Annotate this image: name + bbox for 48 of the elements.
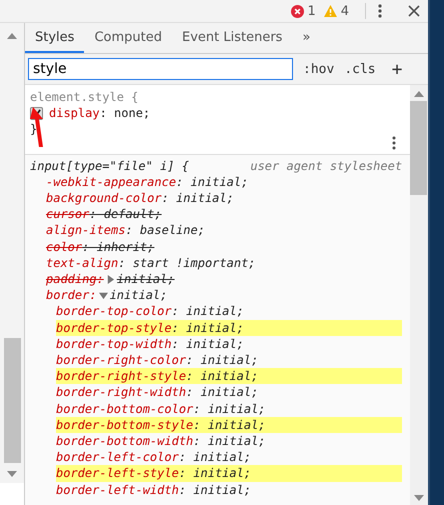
css-declaration: background-color: initial; xyxy=(46,190,235,206)
css-declaration: -webkit-appearance: initial; xyxy=(46,174,250,190)
scrollbar-thumb[interactable] xyxy=(410,101,428,195)
error-count: 1 xyxy=(308,4,316,18)
css-declaration: text-align: start !important; xyxy=(46,254,257,272)
css-declaration: align-items: baseline; xyxy=(46,222,206,239)
css-declaration: border-right-width: initial; xyxy=(56,384,260,401)
more-options-icon[interactable] xyxy=(378,4,382,18)
scroll-up-icon xyxy=(7,33,17,39)
css-declaration: cursor: default; xyxy=(46,206,163,222)
css-declaration: border-right-style: initial; xyxy=(56,368,402,384)
stylesheet-source: user agent stylesheet xyxy=(250,158,402,174)
css-declaration: border-bottom-color: initial; xyxy=(56,400,267,417)
css-declaration: color: inherit; xyxy=(46,238,156,255)
tab[interactable]: Event Listeners xyxy=(172,23,292,53)
css-declaration: border-top-color: initial; xyxy=(56,303,245,320)
css-declaration: border-top-width: initial; xyxy=(56,336,245,352)
css-declaration: border-right-color: initial; xyxy=(56,352,260,368)
filter-input[interactable]: style xyxy=(28,58,293,80)
hover-state-toggle[interactable]: :hov xyxy=(303,62,334,76)
scrollbar-thumb[interactable] xyxy=(4,338,20,463)
selector: input[type="file" i] { xyxy=(30,158,189,174)
new-style-rule-button[interactable]: + xyxy=(392,58,402,80)
css-declaration: border-bottom-width: initial; xyxy=(56,433,267,450)
css-declaration: border-top-style: initial; xyxy=(56,320,402,336)
close-icon[interactable] xyxy=(408,5,420,17)
css-declaration: border-left-width: initial; xyxy=(56,482,252,498)
warning-icon xyxy=(324,5,337,17)
error-icon xyxy=(290,4,304,18)
expand-triangle-icon[interactable] xyxy=(98,290,108,300)
css-declaration: border: initial; xyxy=(46,287,168,304)
closing-brace: } xyxy=(30,121,38,138)
property-value: : none; xyxy=(100,105,150,122)
css-declaration: border-left-style: initial; xyxy=(56,465,402,482)
scroll-up-icon xyxy=(414,91,424,97)
expand-triangle-icon[interactable] xyxy=(106,274,115,284)
tab[interactable]: Computed xyxy=(84,23,172,53)
more-options-icon[interactable] xyxy=(392,136,396,150)
css-declaration: border-left-color: initial; xyxy=(56,449,252,466)
property-name: display xyxy=(49,105,100,122)
more-tabs-button[interactable]: » xyxy=(292,23,320,53)
css-declaration: border-bottom-style: initial; xyxy=(56,416,402,434)
warning-count: 4 xyxy=(340,4,350,18)
scroll-down-icon xyxy=(7,471,17,477)
class-toggle[interactable]: .cls xyxy=(344,62,376,76)
scroll-down-icon xyxy=(414,495,424,501)
css-declaration: padding: initial; xyxy=(46,271,176,288)
selector: element.style { xyxy=(30,89,138,106)
